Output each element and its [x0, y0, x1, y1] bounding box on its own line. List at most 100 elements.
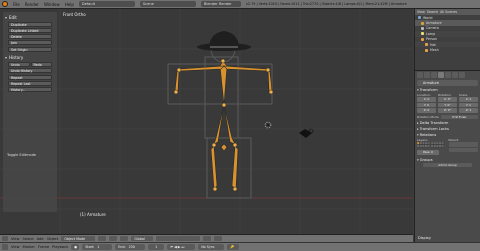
- delete-button[interactable]: Delete: [8, 34, 52, 39]
- hat-mesh[interactable]: [197, 31, 251, 51]
- start-frame-value: 1: [97, 245, 100, 249]
- constraints-tab-icon[interactable]: [445, 72, 451, 78]
- rotation-y-field[interactable]: Y: 0°: [438, 102, 457, 107]
- repeat-last-button[interactable]: Repeat Last: [8, 81, 52, 86]
- join-button[interactable]: Join: [8, 40, 52, 45]
- edit-panel-header[interactable]: Edit: [5, 15, 55, 20]
- groups-panel-header[interactable]: Groups: [417, 158, 478, 162]
- parent-field[interactable]: [448, 142, 478, 147]
- character-mesh[interactable]: [167, 35, 273, 199]
- undo-history-button[interactable]: Undo History: [8, 68, 52, 73]
- menu-window[interactable]: Window: [44, 2, 60, 7]
- outliner-row-label: Hat: [430, 42, 436, 47]
- start-frame-label: Start:: [85, 245, 95, 249]
- playback-controls[interactable]: ⏮ ◀ ▶ ⏭: [167, 244, 196, 250]
- outliner-display-mode[interactable]: All Scenes: [440, 10, 457, 14]
- scale-y-field[interactable]: Y: 1: [459, 102, 478, 107]
- menu-help[interactable]: Help: [65, 2, 74, 7]
- display-panel-header[interactable]: Display: [414, 234, 480, 242]
- transform-locks-panel-header[interactable]: Transform Locks: [417, 127, 478, 131]
- start-frame-field[interactable]: Start: 1: [82, 244, 113, 250]
- lamp-icon: [421, 32, 424, 36]
- relations-columns: Layers: Pass: 0 Parent:: [416, 138, 478, 156]
- keying-icon[interactable]: 🔑: [227, 244, 240, 250]
- current-frame-field[interactable]: 1: [148, 244, 165, 250]
- relations-panel-header[interactable]: Relations: [417, 133, 478, 137]
- 3d-cursor-icon[interactable]: [264, 121, 272, 129]
- redo-button[interactable]: Redo: [30, 62, 52, 67]
- mesh-icon: [421, 37, 424, 41]
- frame-menu[interactable]: Frame: [38, 245, 49, 249]
- mode-selector[interactable]: Object Mode: [61, 235, 96, 242]
- location-x-field[interactable]: X: 0: [417, 97, 436, 102]
- render-tab-icon[interactable]: [417, 72, 423, 78]
- data-tab-icon[interactable]: [452, 72, 458, 78]
- parent-type-field[interactable]: [448, 147, 478, 152]
- view-menu[interactable]: View: [11, 237, 20, 241]
- outliner-view-menu[interactable]: View: [417, 10, 425, 14]
- viewport-shading-icon[interactable]: [98, 235, 107, 242]
- rotation-x-field[interactable]: X: 0°: [438, 97, 457, 102]
- location-y-field[interactable]: Y: 0: [417, 102, 436, 107]
- repeat-button[interactable]: Repeat: [8, 75, 52, 80]
- layer-buttons[interactable]: [156, 235, 201, 242]
- outliner-search-menu[interactable]: Search: [427, 10, 438, 14]
- record-icon[interactable]: ●: [71, 244, 80, 250]
- transform-panel-header[interactable]: Transform: [417, 88, 478, 92]
- scale-z-field[interactable]: Z: 1: [459, 108, 478, 113]
- location-z-field[interactable]: Z: 0: [417, 108, 436, 113]
- world-icon: [418, 16, 421, 20]
- viewport-scene[interactable]: [0, 9, 413, 234]
- playback-menu[interactable]: Playback: [52, 245, 68, 249]
- object-tab-icon[interactable]: [438, 72, 444, 78]
- end-frame-field[interactable]: End: 250: [115, 244, 146, 250]
- sync-mode-selector[interactable]: No Sync: [198, 244, 225, 250]
- select-menu[interactable]: Select: [23, 237, 34, 241]
- duplicate-button[interactable]: Duplicate: [8, 22, 52, 27]
- layer-grid[interactable]: [416, 141, 445, 149]
- object-menu[interactable]: Object: [47, 237, 59, 241]
- editor-type-icon[interactable]: [2, 235, 8, 242]
- layers-column: Layers: Pass: 0: [416, 138, 447, 156]
- world-tab-icon[interactable]: [431, 72, 437, 78]
- outliner-row-label: Camera: [426, 26, 439, 31]
- end-frame-label: End:: [118, 245, 126, 249]
- add-to-group-button[interactable]: Add to Group: [423, 162, 472, 167]
- lamp-object-icon[interactable]: [299, 128, 314, 138]
- object-name-field[interactable]: Armature: [417, 80, 478, 86]
- blender-logo-icon[interactable]: [2, 1, 8, 7]
- menu-render[interactable]: Render: [25, 2, 39, 7]
- snap-icon[interactable]: [203, 235, 212, 242]
- timeline-view-menu[interactable]: View: [11, 245, 20, 249]
- history-panel-header[interactable]: History: [5, 55, 55, 60]
- timeline-editor-type-icon[interactable]: [2, 244, 8, 250]
- set-origin-button[interactable]: Set Origin: [8, 47, 52, 52]
- add-menu[interactable]: Add: [37, 237, 44, 241]
- transform-orientation-selector[interactable]: Global: [131, 235, 154, 242]
- scene-selector[interactable]: Scene: [139, 1, 196, 7]
- toggle-editmode-label[interactable]: Toggle Editmode: [7, 153, 36, 157]
- rotation-z-field[interactable]: Z: 0°: [438, 108, 457, 113]
- screen-layout-selector[interactable]: Default: [78, 1, 135, 7]
- camera-icon: [421, 26, 424, 30]
- pivot-point-icon[interactable]: [109, 235, 118, 242]
- manipulator-icon[interactable]: [120, 235, 129, 242]
- repeat-history-button[interactable]: History...: [8, 87, 52, 92]
- duplicate-linked-button[interactable]: Duplicate Linked: [8, 28, 52, 33]
- render-preview-icon[interactable]: [214, 235, 223, 242]
- rotation-mode-select[interactable]: XYZ Euler: [440, 114, 478, 119]
- undo-button[interactable]: Undo: [8, 62, 30, 67]
- 3d-viewport[interactable]: Front Ortho ▾ Edit Duplicate Duplicate L…: [0, 9, 413, 234]
- armature[interactable]: [174, 60, 273, 190]
- scale-x-field[interactable]: X: 1: [459, 97, 478, 102]
- delta-transform-panel-header[interactable]: Delta Transform: [417, 121, 478, 125]
- render-engine-selector[interactable]: Blender Render: [200, 1, 241, 7]
- scene-tab-icon[interactable]: [424, 72, 430, 78]
- outliner-row-mesh[interactable]: Mesh: [415, 47, 480, 52]
- menu-file[interactable]: File: [13, 2, 20, 7]
- scene-stats: v2.79 | Verts:1010 | Faces:1011 | Tris:2…: [245, 2, 407, 6]
- marker-menu[interactable]: Marker: [23, 245, 35, 249]
- pass-index-field[interactable]: Pass: 0: [417, 150, 439, 155]
- timeline-header: View Marker Frame Playback ● Start: 1 En…: [0, 242, 480, 251]
- bone-tab-icon[interactable]: [459, 72, 465, 78]
